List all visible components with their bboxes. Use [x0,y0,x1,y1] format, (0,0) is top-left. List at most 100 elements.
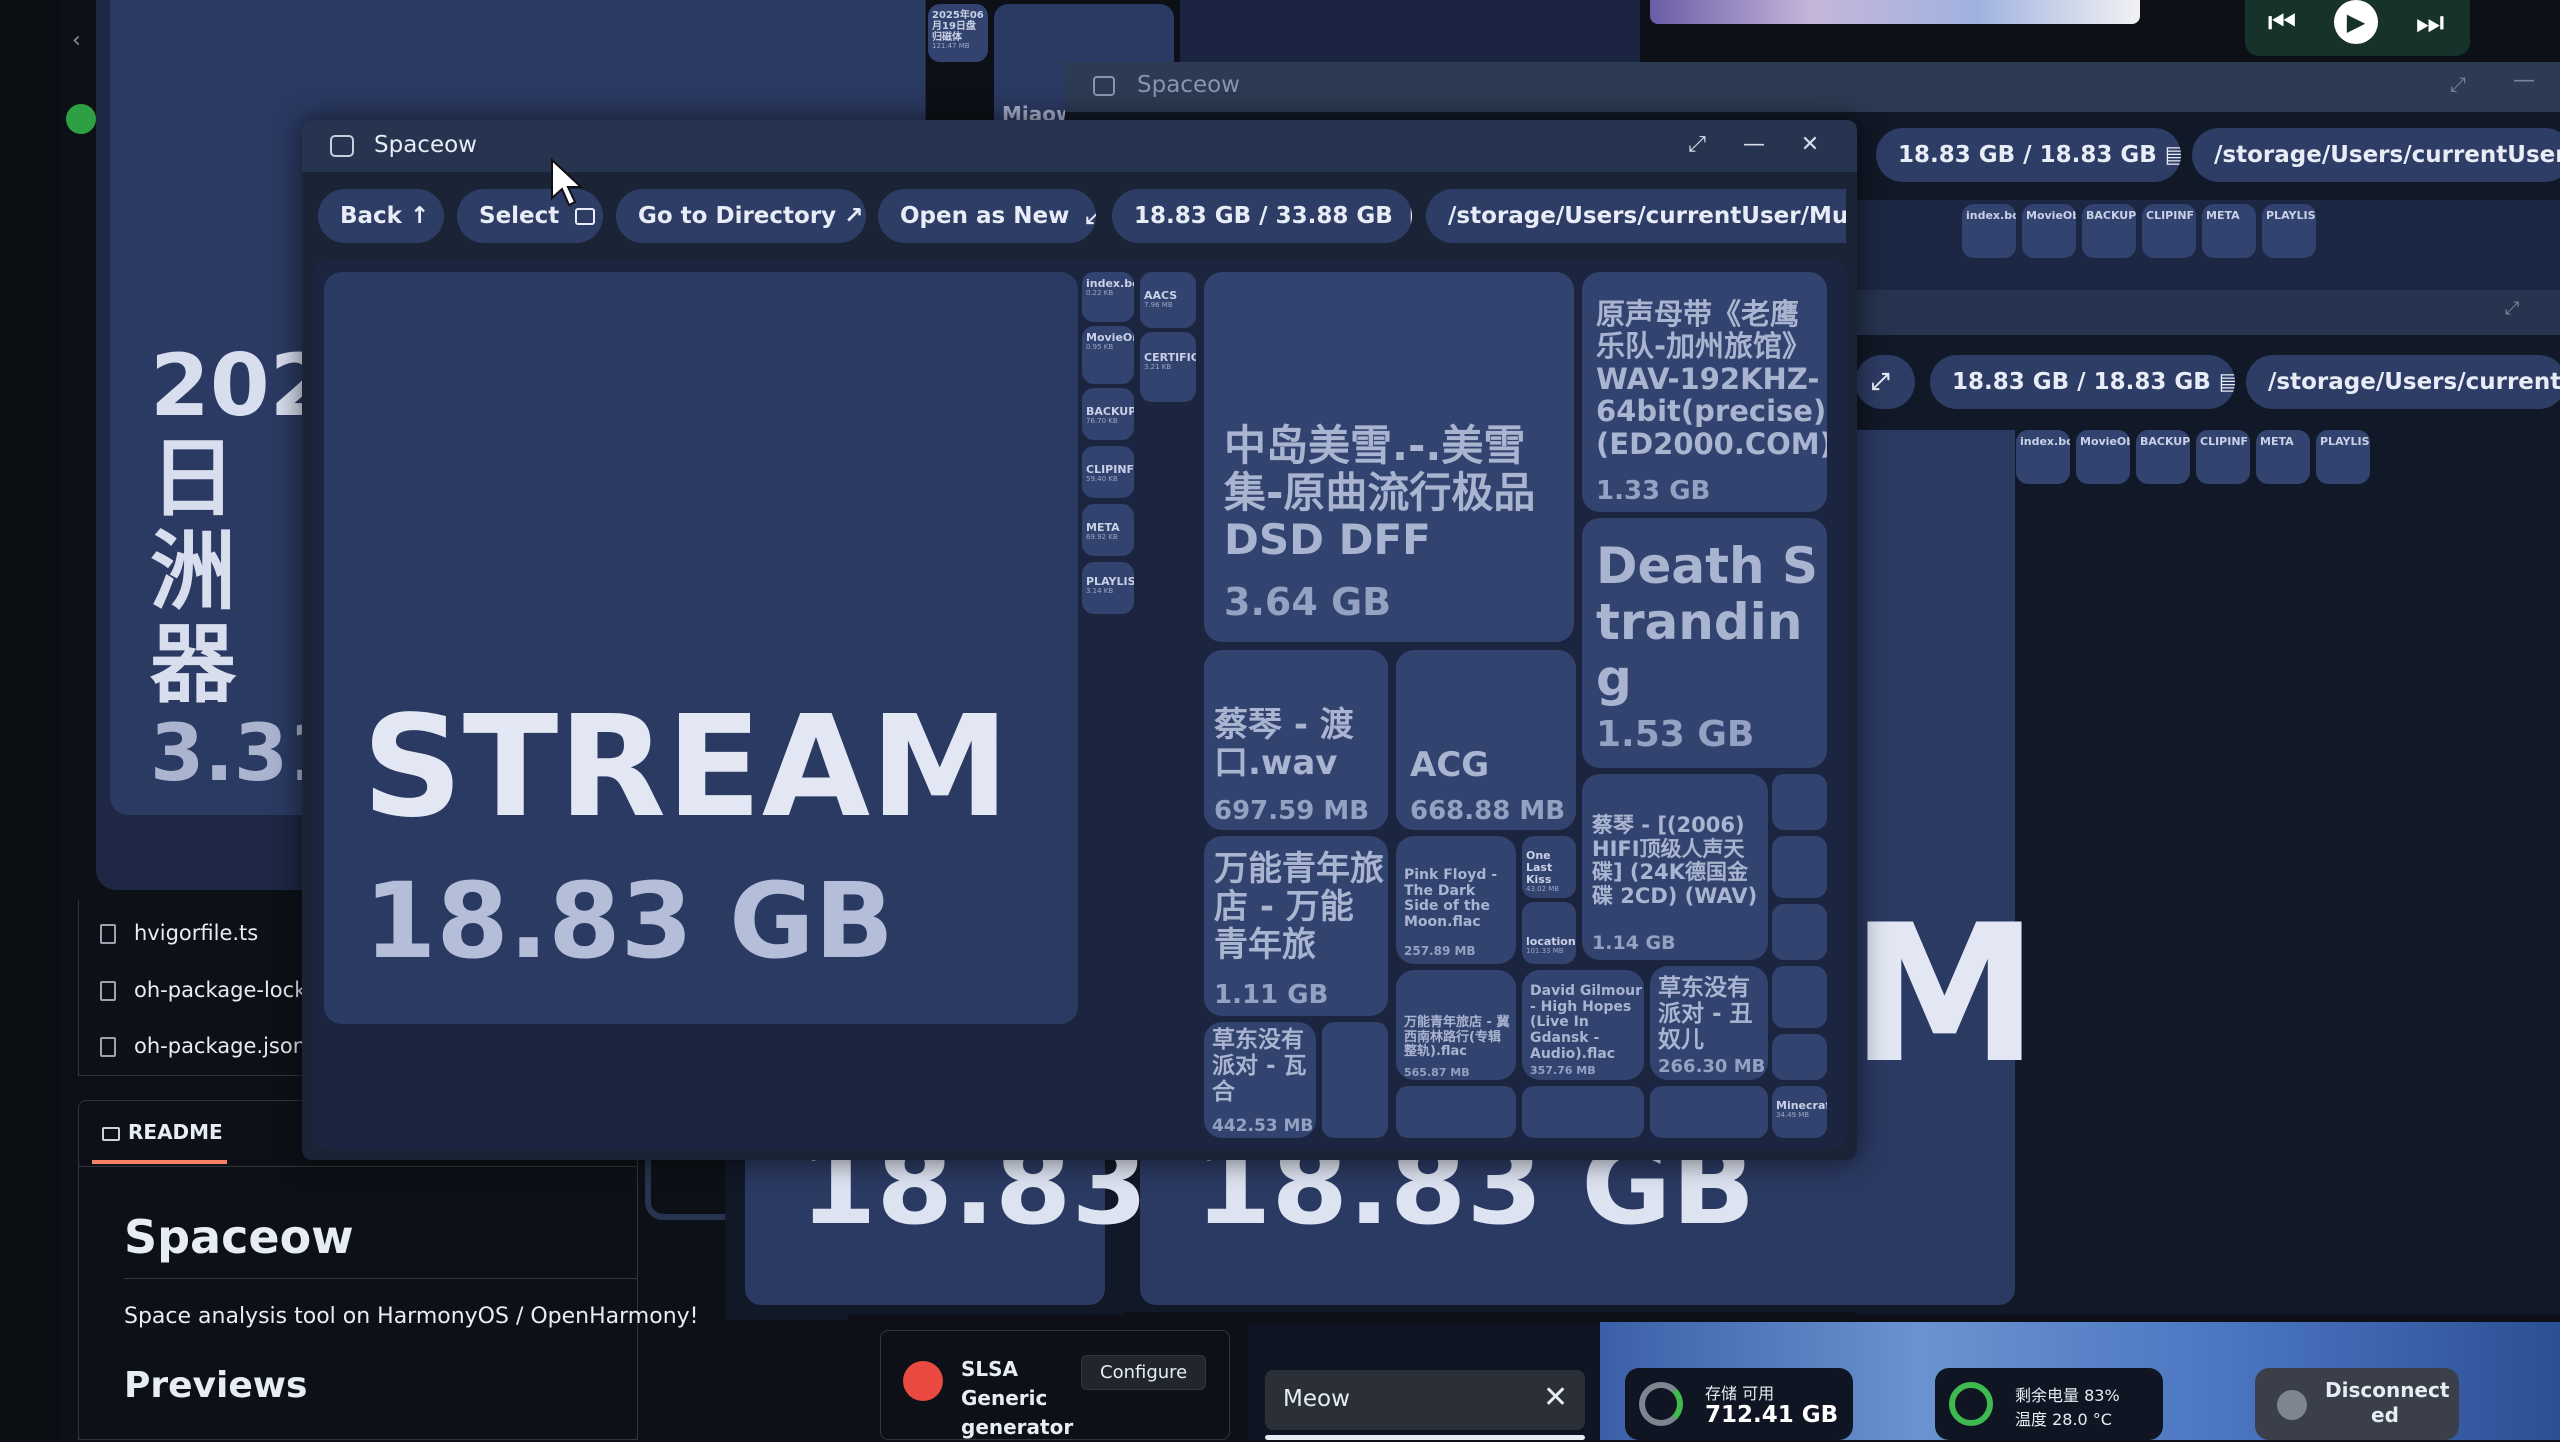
bg-window-2-usage-pill[interactable]: 18.83 GB / 18.83 GB ▤ [1876,128,2181,182]
temp-label: 温度 28.0 °C [2015,1410,2112,1429]
open-as-new-button[interactable]: Open as New ⤢ [878,189,1096,243]
app-icon [330,135,354,157]
meow-input[interactable]: Meow ✕ [1265,1370,1585,1430]
bg-mini-item: CLIPINF [2196,430,2250,484]
tile-acg[interactable]: ACG 668.88 MB [1396,650,1576,830]
bg-mini-date-tile: 2025年06月19日盘归磁体 121.47 MB [928,4,988,62]
tile-tiny[interactable] [1772,774,1827,830]
tile-tiny[interactable] [1322,1022,1388,1138]
storage-value: 712.41 GB [1705,1402,1839,1428]
tile-tiny[interactable] [1522,1086,1644,1138]
meow-input-underline [1265,1435,1585,1440]
slsa-card[interactable]: SLSA Generic generator Configure [880,1330,1230,1440]
tile-omnipotent-youth[interactable]: 万能青年旅店 - 万能青年旅 1.11 GB [1204,836,1388,1016]
go-to-directory-button[interactable]: Go to Directory ↗ [616,189,866,243]
bg-usage-icon: ▤ [2218,369,2235,395]
tile-playlist[interactable]: PLAYLIST3.14 KB [1082,562,1134,614]
window-title: Spaceow [374,132,477,158]
tile-meta[interactable]: META 69.92 KB [1082,504,1134,556]
bg-window-3-open-icon[interactable]: ⤢ [1855,355,1915,409]
bg-right-big-letter: M [1850,884,2040,1105]
main-window: Spaceow ⤢ — ✕ Back ↑ Select Go to Direct… [302,120,1857,1160]
battery-widget: 剩余电量 83% 温度 28.0 °C [1935,1368,2163,1440]
readme-tab[interactable]: README [92,1112,227,1164]
tile-one-last-kiss[interactable]: One Last Kiss 43.02 MB [1522,836,1576,898]
bg-window-2-row: index.bdmv MovieObject.bdmv BACKUP CLIPI… [1962,204,2342,260]
maximize-icon[interactable]: ⤢ [1677,120,1717,170]
previous-track-icon[interactable]: ⏮ [2262,2,2302,42]
mouse-cursor-icon [550,157,586,208]
back-chevron-icon[interactable]: ‹ [72,28,92,58]
file-row[interactable]: hvigorfile.ts [100,913,258,953]
bg-big-text: 202 日洲 器 3.31 [150,340,342,796]
bg-window-3-path-pill[interactable]: /storage/Users/currentUse [2246,355,2560,409]
tile-tiny[interactable] [1772,1034,1827,1080]
file-row[interactable]: oh-package.json5 [100,1026,319,1066]
tile-death-stranding[interactable]: Death Stranding 1.53 GB [1582,518,1827,768]
file-list-bottom-border [78,1075,308,1076]
file-row[interactable]: oh-package-lock.js [100,970,330,1010]
next-track-icon[interactable]: ⏭ [2410,2,2450,42]
bg-mini-item: META [2202,204,2256,258]
bg-mini-item: MovieObject.bdmv [2076,430,2130,484]
readme-tab-divider [78,1166,638,1167]
bg-window-2-titlebar: Spaceow ⤢ — [1065,62,2560,112]
bg-window-3-usage-pill[interactable]: 18.83 GB / 18.83 GB ▤ [1930,355,2235,409]
tile-tiny[interactable] [1772,966,1827,1028]
bg-window-3-titlebar: ⤢ [1855,290,2560,335]
tile-tiny[interactable] [1396,1086,1516,1138]
tile-tiny[interactable] [1650,1086,1768,1138]
meow-input-text: Meow [1283,1386,1350,1412]
configure-button[interactable]: Configure [1081,1355,1207,1390]
tile-caodong-chounuer[interactable]: 草东没有派对 - 丑奴儿 266.30 MB [1650,966,1768,1080]
tile-pink-floyd[interactable]: Pink Floyd - The Dark Side of the Moon.f… [1396,836,1516,964]
tile-movieobject[interactable]: MovieObject.bdmv0.95 KB [1082,326,1134,384]
tile-index-bdmv[interactable]: index.bdmv0.22 KB [1082,272,1134,322]
play-icon[interactable]: ▶ [2334,0,2378,44]
bg-window-3-maximize-icon[interactable]: ⤢ [2505,298,2519,319]
bg-window-2-title: Spaceow [1137,72,1240,98]
tile-eagles[interactable]: 原声母带《老鹰乐队-加州旅馆》WAV-192KHZ-64bit(precise)… [1582,272,1827,512]
file-icon [100,981,116,1001]
expand-icon: ⤢ [1085,203,1096,229]
close-icon[interactable]: ✕ [1543,1380,1568,1415]
close-window-icon[interactable]: ✕ [1790,120,1830,170]
tile-minecraft[interactable]: Minecraft34.49 MB [1772,1086,1827,1138]
bg-mini-item: PLAYLIST [2316,430,2370,484]
bg-mini-item: PLAYLIST [2262,204,2316,258]
tile-aacs[interactable]: AACS 7.96 MB [1140,272,1196,328]
path-pill[interactable]: /storage/Users/currentUser/Music/ [1426,189,1846,243]
tile-tiny[interactable] [1772,904,1827,960]
tile-caiqin-dukou[interactable]: 蔡琴 - 渡口.wav 697.59 MB [1204,650,1388,830]
tile-backup[interactable]: BACKUP 76.70 KB [1082,388,1134,440]
tile-tiny[interactable] [1772,836,1827,898]
storage-ring-icon [1639,1382,1683,1426]
minimize-icon[interactable]: — [1734,120,1774,170]
main-titlebar: Spaceow ⤢ — ✕ [302,120,1857,172]
readme-description: Space analysis tool on HarmonyOS / OpenH… [124,1304,699,1329]
usage-pill[interactable]: 18.83 GB / 33.88 GB ▤ [1112,189,1412,243]
tile-caiqin-hifi[interactable]: 蔡琴 - [(2006) HIFI顶级人声天碟] (24K德国金碟 2CD) (… [1582,774,1768,960]
disconnect-widget[interactable]: Disconnect ed [2255,1368,2459,1440]
tile-david-gilmour[interactable]: David Gilmour - High Hopes (Live In Gdan… [1522,970,1644,1080]
bg-window-2-maximize-icon[interactable]: ⤢ [2450,72,2466,96]
bg-window-2-path-pill[interactable]: /storage/Users/currentUser/Mu [2192,128,2560,182]
back-button[interactable]: Back ↑ [318,189,444,243]
tile-stream[interactable]: STREAM 18.83 GB [324,272,1078,1024]
disconnect-label: Disconnect ed [2325,1378,2450,1427]
bg-window-2-minimize-icon[interactable]: — [2513,68,2535,93]
tile-clipinf[interactable]: CLIPINF 59.40 KB [1082,446,1134,498]
tile-location[interactable]: location 101.33 MB [1522,902,1576,964]
tile-jixinan[interactable]: 万能青年旅店 - 冀西南林路行(专辑整轨).flac 565.87 MB [1396,970,1516,1080]
tile-caodong-wahe[interactable]: 草东没有派对 - 瓦合 442.53 MB [1204,1022,1316,1138]
bg-mini-item: MovieObject.bdmv [2022,204,2076,258]
bg-mini-item: index.bdmv [2016,430,2070,484]
readme-title-rule [124,1278,638,1279]
file-icon [100,924,116,944]
tile-certificate[interactable]: CERTIFICATE3.21 KB [1140,332,1196,402]
tile-nakajima[interactable]: 中岛美雪.-.美雪集-原曲流行极品DSD DFF 3.64 GB [1204,272,1574,642]
bg-big-text-3: 器 [150,614,236,715]
bg-mini-item: BACKUP [2082,204,2136,258]
bg-mini-item: index.bdmv [1962,204,2016,258]
bg-window-2-app-icon [1093,76,1115,96]
